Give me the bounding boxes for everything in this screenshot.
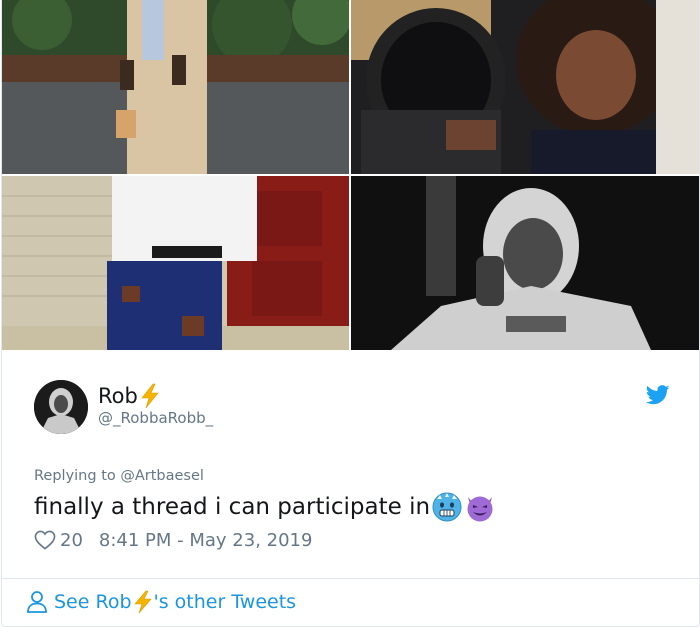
photo-4[interactable] (351, 176, 699, 350)
smiling-imp-emoji-icon (467, 496, 493, 522)
avatar[interactable] (34, 380, 88, 434)
cold-face-emoji-icon (432, 492, 462, 522)
media-grid (2, 0, 699, 350)
see-more-prefix[interactable]: See Rob (54, 591, 132, 613)
author-name-row[interactable]: Rob (98, 382, 161, 410)
photo-1[interactable] (2, 0, 349, 174)
photo-2[interactable] (351, 0, 699, 174)
tweet-header: Rob @_RobbaRobb_ (34, 378, 674, 438)
see-other-tweets-link[interactable]: See Rob 's other Tweets (26, 587, 296, 617)
person-icon (27, 591, 47, 613)
author-handle[interactable]: @_RobbaRobb_ (98, 409, 213, 427)
divider (2, 578, 699, 579)
heart-icon[interactable] (34, 530, 56, 550)
tweet-timestamp[interactable]: 8:41 PM - May 23, 2019 (99, 530, 313, 551)
tweet-text-body: finally a thread i can participate in (34, 494, 431, 520)
like-count[interactable]: 20 (60, 530, 83, 551)
embedded-tweet-card: Rob @_RobbaRobb_ Replying to @Artbaesel … (1, 0, 700, 627)
photo-3[interactable] (2, 176, 349, 350)
reply-context[interactable]: Replying to @Artbaesel (34, 468, 204, 484)
high-voltage-emoji-icon (133, 590, 152, 614)
author-display-name[interactable]: Rob (98, 384, 138, 408)
twitter-bird-icon[interactable] (646, 384, 670, 406)
tweet-text: finally a thread i can participate in (34, 491, 496, 523)
high-voltage-emoji-icon (141, 383, 159, 409)
tweet-meta: 20 8:41 PM - May 23, 2019 (34, 528, 312, 552)
see-more-suffix[interactable]: 's other Tweets (154, 591, 297, 613)
